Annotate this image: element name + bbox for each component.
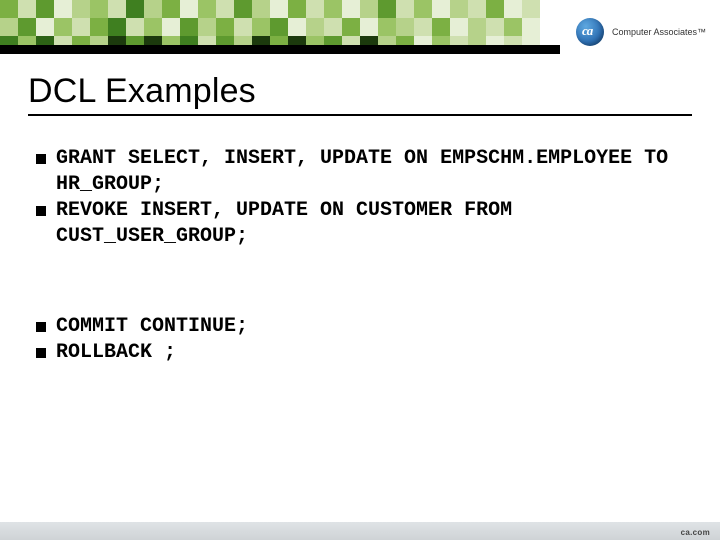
mosaic-cell — [432, 18, 450, 36]
mosaic-cell — [324, 18, 342, 36]
ca-logo-icon — [576, 18, 604, 46]
mosaic-cell — [162, 0, 180, 18]
bullet-marker-icon — [36, 206, 46, 216]
mosaic-cell — [450, 18, 468, 36]
mosaic-cell — [504, 0, 522, 18]
mosaic-cell — [414, 0, 432, 18]
mosaic-cell — [378, 18, 396, 36]
header-black-bar — [0, 45, 560, 54]
mosaic-cell — [108, 0, 126, 18]
mosaic-cell — [360, 0, 378, 18]
mosaic-cell — [396, 18, 414, 36]
mosaic-cell — [558, 18, 576, 36]
mosaic-cell — [414, 18, 432, 36]
mosaic-cell — [144, 18, 162, 36]
mosaic-cell — [342, 0, 360, 18]
mosaic-cell — [522, 18, 540, 36]
mosaic-cell — [270, 18, 288, 36]
body-content: GRANT SELECT, INSERT, UPDATE ON EMPSCHM.… — [36, 146, 676, 430]
list-item-text: ROLLBACK ; — [56, 340, 176, 366]
mosaic-cell — [486, 0, 504, 18]
mosaic-cell — [396, 0, 414, 18]
mosaic-cell — [36, 18, 54, 36]
mosaic-cell — [252, 18, 270, 36]
slide: Computer Associates™ DCL Examples GRANT … — [0, 0, 720, 540]
mosaic-row — [0, 0, 720, 18]
mosaic-cell — [360, 18, 378, 36]
mosaic-cell — [198, 0, 216, 18]
footer-bar: ca.com — [0, 522, 720, 540]
mosaic-cell — [450, 0, 468, 18]
mosaic-cell — [198, 18, 216, 36]
mosaic-cell — [0, 18, 18, 36]
list-item: COMMIT CONTINUE; — [36, 314, 676, 340]
mosaic-cell — [540, 18, 558, 36]
title-underline — [28, 114, 692, 116]
mosaic-cell — [126, 18, 144, 36]
mosaic-cell — [306, 18, 324, 36]
mosaic-cell — [432, 0, 450, 18]
bullet-group: COMMIT CONTINUE;ROLLBACK ; — [36, 314, 676, 366]
mosaic-cell — [90, 0, 108, 18]
page-title: DCL Examples — [28, 72, 256, 111]
mosaic-cell — [72, 18, 90, 36]
list-item-text: GRANT SELECT, INSERT, UPDATE ON EMPSCHM.… — [56, 146, 676, 198]
bullet-group: GRANT SELECT, INSERT, UPDATE ON EMPSCHM.… — [36, 146, 676, 250]
bullet-marker-icon — [36, 154, 46, 164]
mosaic-cell — [306, 0, 324, 18]
brand-area: Computer Associates™ — [576, 18, 706, 46]
bullet-marker-icon — [36, 348, 46, 358]
brand-company-text: Computer Associates™ — [612, 27, 706, 37]
mosaic-cell — [180, 18, 198, 36]
list-item: GRANT SELECT, INSERT, UPDATE ON EMPSCHM.… — [36, 146, 676, 198]
mosaic-cell — [18, 0, 36, 18]
mosaic-cell — [378, 0, 396, 18]
mosaic-cell — [252, 0, 270, 18]
mosaic-cell — [558, 36, 576, 54]
mosaic-cell — [144, 0, 162, 18]
mosaic-cell — [72, 0, 90, 18]
list-item-text: REVOKE INSERT, UPDATE ON CUSTOMER FROM C… — [56, 198, 676, 250]
mosaic-cell — [162, 18, 180, 36]
mosaic-cell — [522, 0, 540, 18]
mosaic-cell — [216, 0, 234, 18]
mosaic-cell — [288, 18, 306, 36]
mosaic-cell — [180, 0, 198, 18]
mosaic-cell — [342, 18, 360, 36]
mosaic-cell — [18, 18, 36, 36]
mosaic-cell — [270, 0, 288, 18]
mosaic-cell — [468, 18, 486, 36]
mosaic-cell — [468, 0, 486, 18]
bullet-marker-icon — [36, 322, 46, 332]
mosaic-cell — [0, 0, 18, 18]
mosaic-cell — [288, 0, 306, 18]
mosaic-cell — [126, 0, 144, 18]
list-item: ROLLBACK ; — [36, 340, 676, 366]
mosaic-cell — [54, 0, 72, 18]
mosaic-cell — [36, 0, 54, 18]
mosaic-cell — [90, 18, 108, 36]
mosaic-cell — [504, 18, 522, 36]
mosaic-cell — [234, 18, 252, 36]
mosaic-cell — [540, 0, 558, 18]
mosaic-cell — [234, 0, 252, 18]
mosaic-cell — [216, 18, 234, 36]
mosaic-cell — [108, 18, 126, 36]
list-item-text: COMMIT CONTINUE; — [56, 314, 248, 340]
mosaic-cell — [324, 0, 342, 18]
list-item: REVOKE INSERT, UPDATE ON CUSTOMER FROM C… — [36, 198, 676, 250]
mosaic-cell — [486, 18, 504, 36]
mosaic-cell — [558, 0, 576, 18]
footer-text: ca.com — [681, 528, 710, 537]
mosaic-cell — [54, 18, 72, 36]
